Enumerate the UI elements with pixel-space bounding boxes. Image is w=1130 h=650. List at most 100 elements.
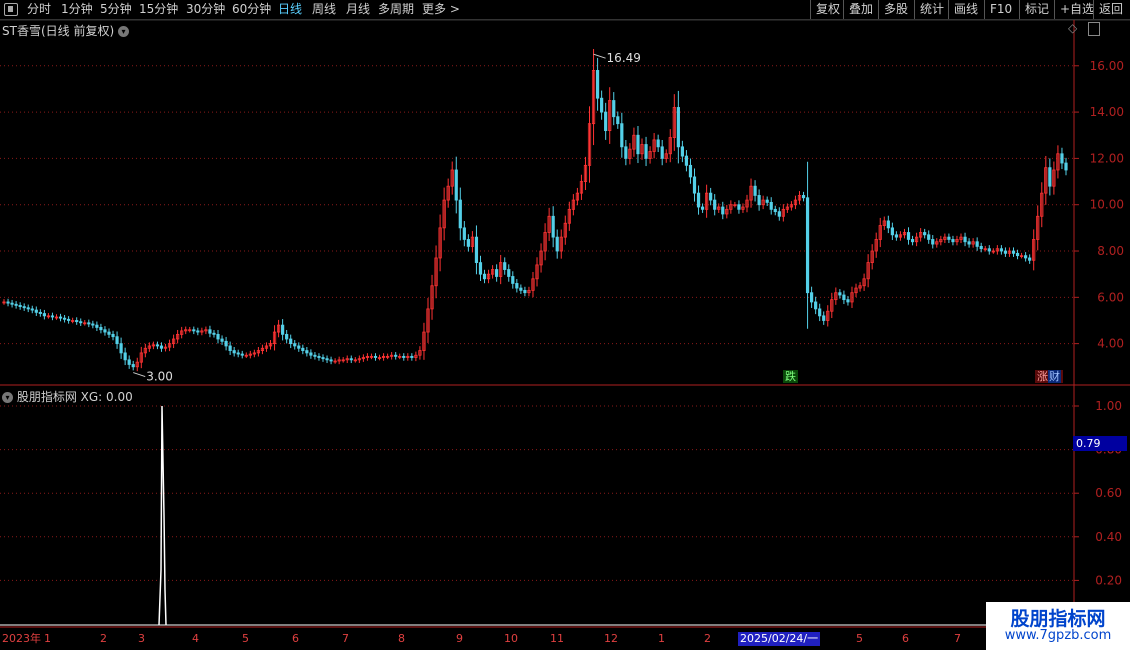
candle-body [293,343,297,347]
candle-body [495,269,499,277]
y-tick-label: 12.00 [1090,151,1124,165]
candle-body [329,359,333,362]
kline-chart[interactable]: 16.0014.0012.0010.008.006.004.001.000.80… [0,0,1130,650]
candle-body [600,97,604,113]
candle-body [317,355,321,358]
high-marker [593,53,606,59]
y-tick-label: 14.00 [1090,105,1124,119]
candle-body [660,146,664,159]
candle-body [931,239,935,245]
candle-body [769,201,773,210]
candle-body [482,273,487,280]
candle-body [220,338,224,342]
candle-body [507,269,511,277]
candle-body [523,289,527,294]
candle-body [394,354,398,357]
candle-body [228,345,232,351]
candle-body [313,354,317,357]
candle-body [604,111,608,132]
chevron-down-icon[interactable]: ▾ [2,392,13,403]
candle-body [963,236,967,243]
candle-body [111,333,115,338]
candle-body [737,204,741,210]
x-tick-label: 11 [550,632,564,645]
y-tick-label: 4.00 [1097,337,1124,351]
candle-body [846,299,850,303]
candle-body [910,239,915,243]
candle-body [906,232,911,240]
indicator-tick-label: 1.00 [1095,399,1122,413]
candle-body [119,343,123,354]
low-marker [133,372,146,378]
panel-toggle-icon[interactable] [1088,22,1100,36]
indicator-current-value: 0.79 [1073,436,1127,451]
candle-body [75,320,79,323]
candle-body [692,176,697,194]
candle-body [22,306,26,309]
chevron-down-icon[interactable]: ▾ [117,26,129,37]
candle-body [777,211,781,217]
candle-body [700,206,705,210]
candle-body [676,107,680,148]
candle-body [1024,255,1028,259]
candle-body [99,327,103,331]
candle-body [281,324,285,335]
x-tick-label: 7 [954,632,961,645]
candle-body [814,301,818,310]
candle-body [127,359,131,365]
candle-body [975,241,979,247]
watermark-logo: 股朋指标网 www.7gpzb.com [986,602,1130,650]
watermark-url: www.7gpzb.com [1004,628,1112,643]
candle-body [801,195,806,199]
x-tick-label: 12 [604,632,618,645]
candle-body [462,227,466,240]
candle-body [34,309,38,313]
candle-body [240,353,244,356]
x-tick-label: 10 [504,632,518,645]
limit-up-badge[interactable]: 涨财 [1035,370,1063,383]
candle-body [967,241,971,245]
candle-body [656,139,660,148]
candle-body [503,262,507,270]
diamond-icon[interactable]: ◇ [1068,21,1077,35]
candle-body [842,294,846,301]
indicator-panel-title: ▾ 股朋指标网 XG: 0.00 [2,388,133,405]
candle-body [595,70,600,99]
candle-body [297,345,301,349]
candle-body [26,307,30,310]
candle-body [947,236,951,240]
candle-body [103,329,107,333]
x-tick-label: 2 [100,632,107,645]
x-tick-label: 6 [902,632,909,645]
candle-body [616,116,620,125]
candle-body [42,313,46,317]
candle-body [805,197,810,294]
x-tick-label: 7 [342,632,349,645]
candle-body [212,332,216,335]
candle-body [67,318,71,321]
candle-body [624,146,628,159]
candle-body [58,316,63,319]
indicator-tick-label: 0.60 [1095,486,1122,500]
candle-body [721,206,725,215]
y-tick-label: 16.00 [1090,59,1124,73]
candle-body [373,355,378,358]
candle-body [886,220,890,229]
candle-body [822,315,826,321]
candle-body [1048,167,1052,187]
candle-body [765,199,769,203]
indicator-tick-label: 0.40 [1095,530,1122,544]
crosshair-date: 2025/02/24/一 [738,632,821,646]
candle-body [196,330,200,333]
candle-body [62,317,67,320]
candle-body [818,308,822,317]
candle-body [838,292,842,296]
candle-body [696,192,701,208]
candle-body [1064,162,1068,171]
candle-body [224,340,228,347]
down-badge[interactable]: 跌 [783,370,798,383]
candle-body [123,352,127,361]
candle-body [95,324,99,328]
x-tick-label: 2 [704,632,711,645]
x-tick-label: 1 [44,632,51,645]
